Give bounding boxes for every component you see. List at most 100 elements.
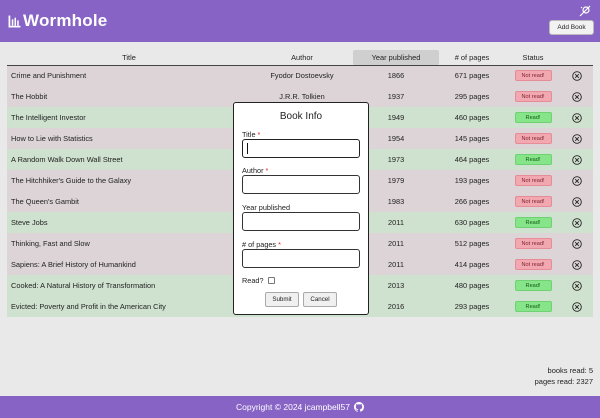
pages-input[interactable]: [242, 249, 360, 268]
delete-cell: [561, 212, 593, 233]
status-cell: Read!: [505, 212, 561, 233]
delete-cell: [561, 254, 593, 275]
status-toggle-button[interactable]: Not read!: [514, 238, 552, 249]
title-input[interactable]: [242, 139, 360, 158]
status-toggle-button[interactable]: Read!: [514, 112, 552, 123]
delete-circle-x-icon[interactable]: [572, 217, 582, 228]
book-pages: 293 pages: [439, 296, 505, 317]
column-header-author[interactable]: Author: [251, 50, 353, 66]
delete-circle-x-icon[interactable]: [572, 301, 582, 312]
delete-circle-x-icon[interactable]: [572, 91, 582, 102]
status-cell: Not read!: [505, 254, 561, 275]
theme-toggle-icon[interactable]: [579, 5, 591, 17]
column-header-year[interactable]: Year published: [353, 50, 439, 66]
delete-circle-x-icon[interactable]: [572, 133, 582, 144]
status-cell: Read!: [505, 275, 561, 296]
delete-cell: [561, 149, 593, 170]
app-header: Wormhole Add Book: [0, 0, 600, 42]
delete-cell: [561, 86, 593, 107]
year-label: Year published: [242, 203, 291, 212]
delete-cell: [561, 65, 593, 86]
book-pages: 193 pages: [439, 170, 505, 191]
table-row: Crime and Punishment Fyodor Dostoevsky 186…: [7, 65, 593, 86]
book-title: The Hitchhiker's Guide to the Galaxy: [7, 170, 251, 191]
status-cell: Read!: [505, 149, 561, 170]
book-title: How to Lie with Statistics: [7, 128, 251, 149]
book-title: A Random Walk Down Wall Street: [7, 149, 251, 170]
status-toggle-button[interactable]: Read!: [514, 154, 552, 165]
delete-cell: [561, 275, 593, 296]
delete-cell: [561, 296, 593, 317]
status-toggle-button[interactable]: Not read!: [514, 91, 552, 102]
year-input[interactable]: [242, 212, 360, 231]
book-pages: 460 pages: [439, 107, 505, 128]
books-read-count: books read: 5: [547, 366, 593, 375]
status-cell: Not read!: [505, 191, 561, 212]
status-toggle-button[interactable]: Not read!: [514, 70, 552, 82]
book-author: Fyodor Dostoevsky: [251, 65, 353, 86]
pages-read-count: pages read: 2327: [534, 377, 593, 386]
delete-circle-x-icon[interactable]: [572, 259, 582, 270]
delete-cell: [561, 170, 593, 191]
book-info-modal: Book Info Title * Author * Year publishe…: [233, 102, 369, 315]
column-header-delete: [561, 50, 593, 66]
status-cell: Read!: [505, 296, 561, 317]
submit-button[interactable]: Submit: [265, 292, 299, 307]
status-cell: Not read!: [505, 233, 561, 254]
delete-circle-x-icon[interactable]: [572, 154, 582, 165]
delete-cell: [561, 107, 593, 128]
book-year: 1866: [353, 65, 439, 86]
required-marker: *: [265, 166, 269, 175]
book-pages: 266 pages: [439, 191, 505, 212]
delete-circle-x-icon[interactable]: [572, 175, 582, 186]
status-toggle-button[interactable]: Read!: [514, 301, 552, 312]
book-title: Crime and Punishment: [7, 65, 251, 86]
app-title: Wormhole: [23, 11, 108, 30]
book-pages: 671 pages: [439, 65, 505, 86]
book-title: Sapiens: A Brief History of Humankind: [7, 254, 251, 275]
github-icon[interactable]: [354, 402, 364, 412]
status-toggle-button[interactable]: Read!: [514, 217, 552, 228]
delete-cell: [561, 128, 593, 149]
column-header-pages[interactable]: # of pages: [439, 50, 505, 66]
delete-circle-x-icon[interactable]: [572, 71, 582, 81]
delete-cell: [561, 191, 593, 212]
app-footer: Copyright © 2024 jcampbell57: [0, 396, 600, 418]
cancel-button[interactable]: Cancel: [303, 292, 337, 307]
column-header-title[interactable]: Title: [7, 50, 251, 66]
book-title: The Queen's Gambit: [7, 191, 251, 212]
modal-heading: Book Info: [279, 111, 323, 122]
table-header-row: Title Author Year published # of pages S…: [7, 50, 593, 66]
status-cell: Not read!: [505, 65, 561, 86]
delete-circle-x-icon[interactable]: [572, 280, 582, 291]
status-toggle-button[interactable]: Not read!: [514, 259, 552, 270]
book-pages: 414 pages: [439, 254, 505, 275]
delete-circle-x-icon[interactable]: [572, 238, 582, 249]
app-logo: Wormhole: [8, 11, 107, 31]
status-toggle-button[interactable]: Not read!: [514, 133, 552, 144]
wormhole-logo-icon: [8, 15, 21, 27]
copyright-text: Copyright © 2024 jcampbell57: [236, 402, 350, 412]
read-field: Read?: [242, 276, 275, 285]
status-toggle-button[interactable]: Not read!: [514, 175, 552, 186]
book-title: Cooked: A Natural History of Transformat…: [7, 275, 251, 296]
required-marker: *: [278, 240, 281, 249]
read-checkbox[interactable]: [267, 277, 275, 284]
book-title: The Intelligent Investor: [7, 107, 251, 128]
reading-totals: books read: 5 pages read: 2327: [535, 365, 593, 387]
author-label: Author *: [242, 166, 269, 175]
add-book-button[interactable]: Add Book: [549, 20, 594, 35]
delete-circle-x-icon[interactable]: [572, 112, 582, 123]
book-title: Thinking, Fast and Slow: [7, 233, 251, 254]
author-input[interactable]: [242, 175, 360, 194]
status-toggle-button[interactable]: Not read!: [514, 196, 552, 207]
delete-circle-x-icon[interactable]: [572, 196, 582, 207]
read-label: Read?: [242, 276, 264, 285]
book-pages: 512 pages: [439, 233, 505, 254]
book-pages: 630 pages: [439, 212, 505, 233]
book-pages: 295 pages: [439, 86, 505, 107]
pages-label: # of pages *: [242, 240, 281, 249]
column-header-status[interactable]: Status: [505, 50, 561, 66]
book-pages: 145 pages: [439, 128, 505, 149]
status-toggle-button[interactable]: Read!: [514, 280, 552, 291]
